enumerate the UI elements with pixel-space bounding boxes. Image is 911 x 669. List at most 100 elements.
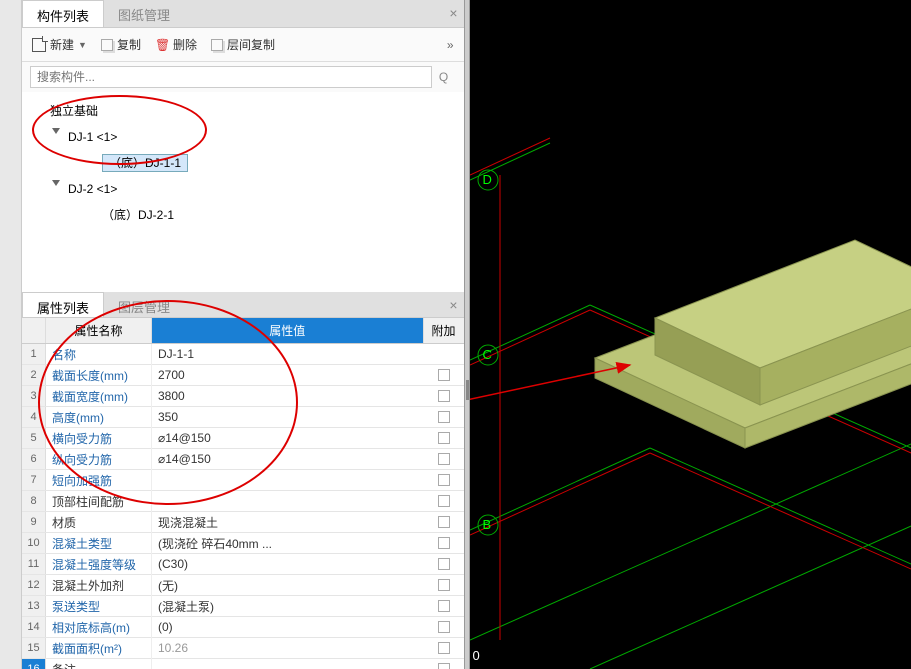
tree-item-dj2-1[interactable]: （底）DJ-2-1 [22,202,464,228]
tab-layers[interactable]: 图层管理 [104,292,184,317]
close-icon[interactable]: × [449,5,457,21]
checkbox[interactable] [438,642,450,654]
property-row[interactable]: 1名称DJ-1-1 [22,344,464,365]
checkbox[interactable] [438,474,450,486]
row-number-header [22,318,46,343]
tab-properties[interactable]: 属性列表 [22,292,104,317]
property-value[interactable]: 2700 [152,366,424,384]
tab-components[interactable]: 构件列表 [22,0,104,27]
property-name: 泵送类型 [46,596,152,617]
property-value[interactable]: ⌀14@150 [152,450,424,468]
row-number: 15 [22,638,46,658]
tree-item-dj2[interactable]: DJ-2 <1> [22,176,464,202]
property-row[interactable]: 6纵向受力筋⌀14@150 [22,449,464,470]
expand-toggle-icon[interactable] [52,128,60,134]
property-row[interactable]: 5横向受力筋⌀14@150 [22,428,464,449]
property-row[interactable]: 9材质现浇混凝土 [22,512,464,533]
checkbox[interactable] [438,621,450,633]
property-value[interactable]: (无) [152,575,424,596]
checkbox[interactable] [438,516,450,528]
row-number: 2 [22,365,46,385]
checkbox[interactable] [438,369,450,381]
layer-copy-label: 层间复制 [227,36,275,53]
property-row[interactable]: 16备注 [22,659,464,669]
property-value[interactable]: (0) [152,618,424,636]
property-name-header[interactable]: 属性名称 [46,318,152,343]
expand-toggle-icon[interactable] [52,180,60,186]
foundation-3d-model[interactable] [595,240,911,448]
property-value[interactable]: 3800 [152,387,424,405]
copy-label: 复制 [117,36,141,53]
property-value[interactable]: (混凝土泵) [152,596,424,617]
tree-root[interactable]: 独立基础 [22,98,464,124]
layer-copy-icon [211,39,223,51]
checkbox-cell [424,621,464,633]
property-row[interactable]: 15截面面积(m²)10.26 [22,638,464,659]
checkbox[interactable] [438,600,450,612]
property-row[interactable]: 8顶部柱间配筋 [22,491,464,512]
row-number: 9 [22,512,46,532]
checkbox-cell [424,600,464,612]
checkbox[interactable] [438,390,450,402]
checkbox-cell [424,369,464,381]
property-row[interactable]: 12混凝土外加剂(无) [22,575,464,596]
checkbox[interactable] [438,453,450,465]
component-panel-tabs: 构件列表 图纸管理 × [22,0,464,28]
checkbox[interactable] [438,432,450,444]
checkbox[interactable] [438,495,450,507]
property-add-header[interactable]: 附加 [424,318,464,343]
left-vertical-strip [0,0,22,669]
row-number: 3 [22,386,46,406]
property-value[interactable]: 350 [152,408,424,426]
checkbox[interactable] [438,537,450,549]
search-input[interactable] [30,66,432,88]
property-name: 材质 [46,512,152,533]
property-panel-tabs: 属性列表 图层管理 × [22,292,464,318]
property-name: 相对底标高(m) [46,617,152,638]
property-row[interactable]: 13泵送类型(混凝土泵) [22,596,464,617]
property-value[interactable] [152,499,424,503]
property-value[interactable]: 10.26 [152,639,424,657]
property-row[interactable]: 11混凝土强度等级(C30) [22,554,464,575]
property-row[interactable]: 3截面宽度(mm)3800 [22,386,464,407]
checkbox[interactable] [438,663,450,669]
3d-viewport[interactable]: D C B 0 3000 [470,0,911,669]
row-number: 7 [22,470,46,490]
property-name: 截面宽度(mm) [46,386,152,407]
copy-button[interactable]: 复制 [101,36,141,53]
checkbox-cell [424,453,464,465]
checkbox-cell [424,663,464,669]
property-row[interactable]: 2截面长度(mm)2700 [22,365,464,386]
property-name: 名称 [46,344,152,365]
tab-drawings[interactable]: 图纸管理 [104,0,184,27]
property-value-header[interactable]: 属性值 [152,318,424,343]
property-value[interactable]: DJ-1-1 [152,345,424,363]
property-row[interactable]: 10混凝土类型(现浇砼 碎石40mm ... [22,533,464,554]
delete-button[interactable]: 🗑 删除 [155,36,197,53]
checkbox-cell [424,579,464,591]
tree-item-dj1[interactable]: DJ-1 <1> [22,124,464,150]
property-row[interactable]: 4高度(mm)350 [22,407,464,428]
row-number: 1 [22,344,46,364]
search-clear-icon[interactable]: Q [439,70,448,84]
new-icon [32,38,46,52]
checkbox[interactable] [438,411,450,423]
property-row[interactable]: 7短向加强筋 [22,470,464,491]
new-button[interactable]: 新建 ▼ [32,36,87,53]
tree-item-dj1-1[interactable]: （底）DJ-1-1 [22,150,464,176]
property-value[interactable]: (C30) [152,555,424,573]
close-icon[interactable]: × [449,297,457,313]
more-button[interactable]: » [447,38,454,52]
property-value[interactable]: (现浇砼 碎石40mm ... [152,533,424,554]
checkbox[interactable] [438,558,450,570]
checkbox[interactable] [438,579,450,591]
layer-copy-button[interactable]: 层间复制 [211,36,275,53]
property-row[interactable]: 14相对底标高(m)(0) [22,617,464,638]
property-value[interactable] [152,478,424,482]
property-name: 截面面积(m²) [46,638,152,659]
row-number: 6 [22,449,46,469]
component-toolbar: 新建 ▼ 复制 🗑 删除 层间复制 » [22,28,464,62]
property-value[interactable]: 现浇混凝土 [152,512,424,533]
property-name: 混凝土外加剂 [46,575,152,596]
property-value[interactable]: ⌀14@150 [152,429,424,447]
